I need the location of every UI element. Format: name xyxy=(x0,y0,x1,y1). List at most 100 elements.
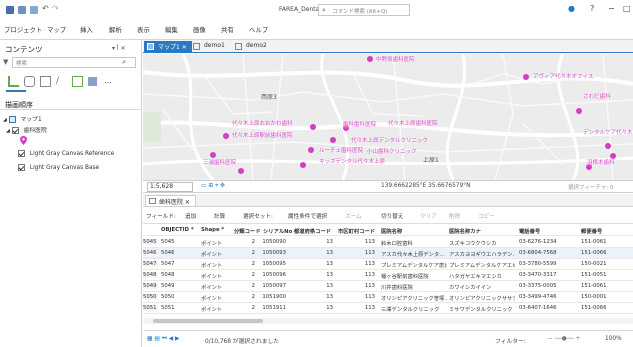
layer-visibility-checkbox[interactable] xyxy=(18,150,25,157)
tab-view[interactable]: 表示 xyxy=(137,25,150,34)
table-cell[interactable]: スズキコウクウシカ xyxy=(449,239,496,247)
table-cell[interactable]: 150-0021 xyxy=(581,261,607,267)
table-cell[interactable]: 2 xyxy=(252,272,255,278)
table-cell[interactable]: 13 xyxy=(326,305,333,311)
column-header[interactable]: 医院名称 xyxy=(381,227,402,235)
table-cell[interactable]: 三澤デンタルクリニック xyxy=(381,305,439,313)
table-cell[interactable]: 113 xyxy=(365,305,375,311)
list-by-snapping-icon[interactable] xyxy=(72,76,83,87)
tab-share[interactable]: 共有 xyxy=(221,25,234,34)
table-cell[interactable]: カワイシカイイン xyxy=(449,283,491,291)
table-cell[interactable]: 1051900 xyxy=(262,294,286,300)
list-by-drawing-order-icon[interactable] xyxy=(8,76,19,87)
help-button[interactable]: ? xyxy=(590,4,594,13)
table-cell[interactable]: 5051 xyxy=(161,305,174,311)
collapse-arrow-icon[interactable]: ◢ xyxy=(3,117,7,123)
user-avatar-icon[interactable]: ● xyxy=(568,4,575,13)
row-number[interactable]: 5047 xyxy=(143,261,158,267)
table-cell[interactable]: 1050093 xyxy=(262,250,286,256)
table-cell[interactable]: 2 xyxy=(252,250,255,256)
filter-icon[interactable]: ▼ xyxy=(3,58,8,66)
navigation-tools[interactable]: ▭ ⊞ ⌖ ✥ xyxy=(201,183,225,190)
column-header[interactable]: Shape * xyxy=(201,227,224,233)
table-cell[interactable]: 2 xyxy=(252,294,255,300)
row-number[interactable]: 5045 xyxy=(143,239,158,245)
switch-selection-button[interactable]: 切り替え xyxy=(381,212,403,220)
column-header[interactable]: 都道府県コード xyxy=(294,227,331,235)
table-cell[interactable]: 113 xyxy=(365,283,375,289)
tab-imagery[interactable]: 画像 xyxy=(193,25,206,34)
table-cell[interactable]: 5046 xyxy=(161,250,174,256)
table-row[interactable]: 50475047 ポイント 2 1050095 13 113 プレミアムデンタルケア恵比..… xyxy=(143,259,633,270)
layer-visibility-checkbox[interactable] xyxy=(18,164,25,171)
table-cell[interactable]: 5047 xyxy=(161,261,174,267)
toc-layer-base[interactable]: Light Gray Canvas Base xyxy=(18,164,99,171)
table-cell[interactable]: ポイント xyxy=(201,239,222,247)
table-row[interactable]: 5045 5045 ポイント 2 1050090 13 113 鈴木口腔歯科 スズキコウクウシカ… xyxy=(143,237,633,248)
minimize-button[interactable]: − xyxy=(608,4,615,13)
table-cell[interactable]: 03-6804-7568 xyxy=(519,250,557,256)
table-cell[interactable]: 5050 xyxy=(161,294,174,300)
table-row[interactable]: 5050 5050 ポイント 2 1051900 13 113 オリンピアクリニック笹塚...… xyxy=(143,292,633,303)
contents-filter-input[interactable]: 検索 ⌕ xyxy=(12,57,136,68)
collapse-arrow-icon[interactable]: ◢ xyxy=(6,128,10,134)
table-cell[interactable]: プレミアムデンタルケア恵比... xyxy=(381,261,447,269)
table-cell[interactable]: 5048 xyxy=(161,272,174,278)
table-cell[interactable]: 13 xyxy=(326,239,333,245)
copy-button[interactable]: コピー xyxy=(478,212,495,220)
table-cell[interactable]: 03-3375-0005 xyxy=(519,283,557,289)
table-cell[interactable]: 1050090 xyxy=(262,239,286,245)
table-row[interactable]: 5048 5048 ポイント 2 1050096 13 113 幡ヶ谷駅前歯科医院 ハタガヤエキ… xyxy=(143,270,633,281)
redo-icon[interactable]: ↷ xyxy=(52,4,60,13)
table-cell[interactable]: 113 xyxy=(365,261,375,267)
table-cell[interactable]: 113 xyxy=(365,250,375,256)
table-cell[interactable]: 151-0051 xyxy=(581,272,607,278)
tab-map[interactable]: マップ xyxy=(47,25,66,34)
table-row[interactable]: 5051 5051 ポイント 2 1051911 13 113 三澤デンタルクリニック ミサワデ… xyxy=(143,303,633,314)
table-cell[interactable]: 113 xyxy=(365,239,375,245)
zoom-to-button[interactable]: ズーム xyxy=(345,212,362,220)
table-cell[interactable]: 1051911 xyxy=(262,305,286,311)
list-by-labeling-icon[interactable] xyxy=(88,77,97,86)
scale-selector[interactable]: 1:5,628 xyxy=(147,182,193,192)
row-number[interactable]: 5048 xyxy=(143,272,158,278)
table-cell[interactable]: 113 xyxy=(365,272,375,278)
table-cell[interactable]: 5049 xyxy=(161,283,174,289)
table-cell[interactable]: 13 xyxy=(326,294,333,300)
maximize-button[interactable]: □ xyxy=(623,4,631,13)
table-cell[interactable]: 13 xyxy=(326,272,333,278)
list-by-source-icon[interactable] xyxy=(24,76,35,87)
column-header[interactable]: 電話番号 xyxy=(519,227,540,235)
delete-button[interactable]: 削除 xyxy=(449,212,460,220)
command-search-input[interactable]: ⌕ コマンド検索 (Alt+Q) xyxy=(318,4,410,16)
table-cell[interactable]: ハタガヤエキマエシカ xyxy=(449,272,502,280)
add-field-button[interactable]: 追加 xyxy=(185,212,196,220)
table-cell[interactable]: オリンピアクリニックササヅカ... xyxy=(449,294,515,302)
table-cell[interactable]: 2 xyxy=(252,261,255,267)
undo-icon[interactable]: ↶ xyxy=(42,4,50,13)
table-cell[interactable]: 150-0001 xyxy=(581,294,607,300)
toc-layer-dental[interactable]: ◢ 歯科医院 xyxy=(6,125,47,134)
more-icon[interactable]: … xyxy=(104,76,115,87)
column-header[interactable]: 郵便番号 xyxy=(581,227,602,235)
table-cell[interactable]: アスカヨヨギウエハラデン... xyxy=(449,250,515,258)
row-number[interactable]: 5049 xyxy=(143,283,158,289)
open-icon[interactable] xyxy=(30,6,38,14)
tab-edit[interactable]: 編集 xyxy=(165,25,178,34)
column-header[interactable]: OBJECTID * xyxy=(161,227,194,233)
table-cell[interactable]: 03-6276-1234 xyxy=(519,239,557,245)
table-row[interactable]: 5046 5046 ポイント 2 1050093 13 113 アスカ代々木上原デンタ... ア… xyxy=(143,248,633,259)
table-cell[interactable]: 川井歯科医院 xyxy=(381,283,413,291)
tab-demo1[interactable]: demo1 xyxy=(190,41,230,52)
table-cell[interactable]: 5045 xyxy=(161,239,174,245)
clear-selection-button[interactable]: クリア xyxy=(420,212,437,220)
table-cell[interactable]: 鈴木口腔歯科 xyxy=(381,239,413,247)
table-cell[interactable]: ミサワデンタルクリニック xyxy=(449,305,513,313)
table-cell[interactable]: ポイント xyxy=(201,283,222,291)
table-cell[interactable]: 151-0066 xyxy=(581,305,607,311)
table-row[interactable]: 5049 5049 ポイント 2 1050097 13 113 川井歯科医院 カワイシカイイン 0… xyxy=(143,281,633,292)
table-cell[interactable]: 13 xyxy=(326,283,333,289)
table-cell[interactable]: 03-6407-1646 xyxy=(519,305,557,311)
column-header[interactable]: シリアルNo xyxy=(263,227,292,235)
tab-help[interactable]: ヘルプ xyxy=(249,25,268,34)
